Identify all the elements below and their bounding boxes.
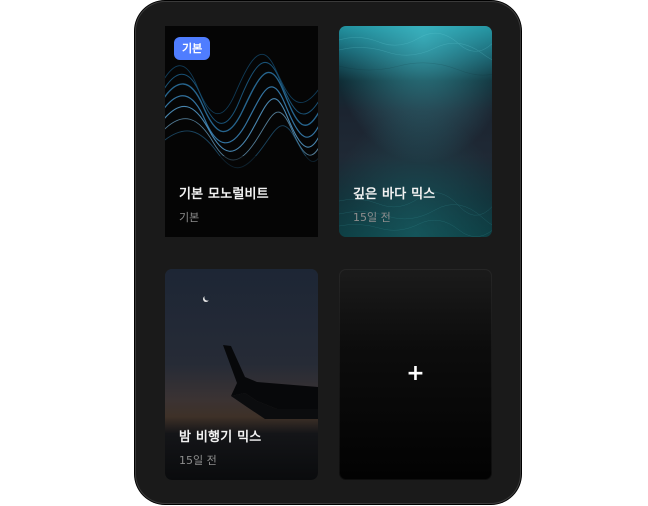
card-title: 깊은 바다 믹스 bbox=[353, 187, 436, 202]
default-badge: 기본 bbox=[174, 37, 211, 60]
deep-ocean-image bbox=[339, 26, 492, 237]
card-subtitle: 15일 전 bbox=[179, 454, 217, 467]
plus-icon: + bbox=[406, 361, 425, 386]
card-subtitle: 15일 전 bbox=[353, 211, 391, 224]
night-flight-image bbox=[165, 269, 318, 480]
card-title: 밤 비행기 믹스 bbox=[179, 430, 262, 445]
preset-card-default[interactable]: 기본 기본 모노럴비트 기본 bbox=[165, 26, 318, 237]
card-title: 기본 모노럴비트 bbox=[179, 187, 269, 202]
device-frame: 기본 기본 모노럴비트 기본 깊은 바다 믹스 15일 전 밤 비행기 믹스 1… bbox=[135, 1, 521, 504]
preset-card-deep-sea[interactable]: 깊은 바다 믹스 15일 전 bbox=[339, 26, 492, 237]
card-subtitle: 기본 bbox=[179, 211, 200, 224]
preset-card-night-flight[interactable]: 밤 비행기 믹스 15일 전 bbox=[165, 269, 318, 480]
add-preset-card[interactable]: + bbox=[339, 269, 492, 480]
